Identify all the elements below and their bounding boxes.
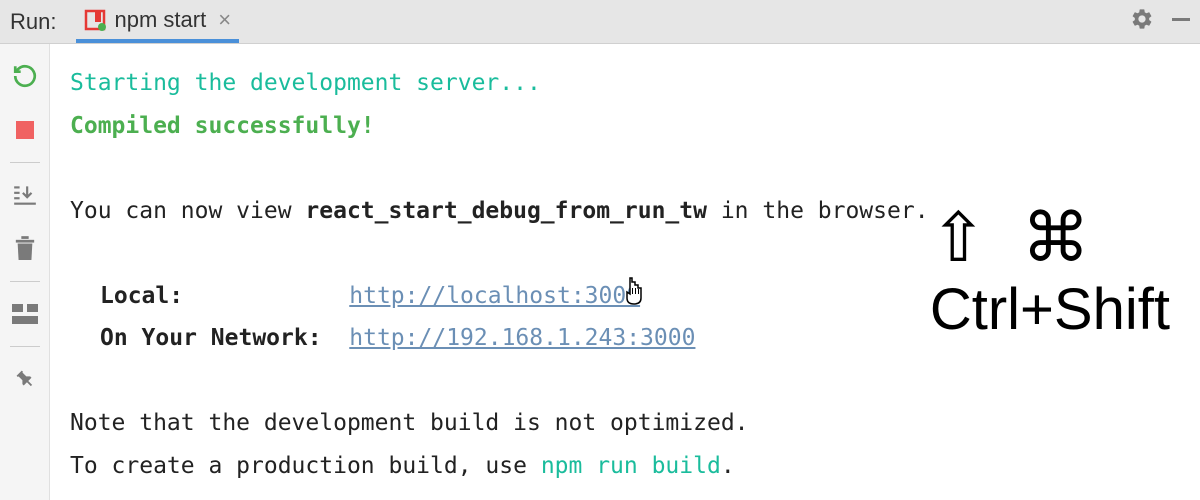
- npm-command: npm run build: [541, 453, 721, 479]
- shortcut-text: Ctrl+Shift: [930, 278, 1170, 342]
- network-label: On Your Network:: [100, 325, 322, 351]
- gear-icon[interactable]: [1130, 7, 1154, 36]
- scroll-to-end-button[interactable]: [11, 181, 39, 209]
- content-area: Starting the development server... Compi…: [0, 44, 1200, 500]
- console-output[interactable]: Starting the development server... Compi…: [50, 44, 1200, 500]
- keyboard-shortcut-overlay: ⇧ ⌘ Ctrl+Shift: [930, 204, 1170, 342]
- sidebar-divider: [10, 162, 40, 163]
- network-url-link[interactable]: http://192.168.1.243:3000: [349, 325, 695, 351]
- pin-button[interactable]: [11, 365, 39, 393]
- local-url-link[interactable]: http://localhost:3000: [349, 283, 640, 309]
- layout-button[interactable]: [11, 300, 39, 328]
- tab-label: npm start: [114, 7, 206, 33]
- run-sidebar: [0, 44, 50, 500]
- tab-close-icon[interactable]: ×: [218, 7, 231, 33]
- console-line: Note that the development build is not o…: [70, 402, 1180, 445]
- project-name: react_start_debug_from_run_tw: [305, 198, 707, 224]
- console-line: Starting the development server...: [70, 62, 1180, 105]
- stop-button[interactable]: [11, 116, 39, 144]
- sidebar-divider-2: [10, 281, 40, 282]
- sidebar-divider-3: [10, 346, 40, 347]
- shortcut-symbols: ⇧ ⌘: [930, 204, 1170, 272]
- run-tab[interactable]: npm start ×: [76, 0, 239, 43]
- minimize-icon[interactable]: [1172, 10, 1190, 33]
- run-label: Run:: [10, 9, 56, 35]
- console-line: To create a production build, use npm ru…: [70, 445, 1180, 488]
- rerun-button[interactable]: [11, 62, 39, 90]
- local-label: Local:: [100, 283, 183, 309]
- console-line: Compiled successfully!: [70, 105, 1180, 148]
- npm-icon: [84, 9, 106, 31]
- run-panel-header: Run: npm start ×: [0, 0, 1200, 44]
- delete-button[interactable]: [11, 235, 39, 263]
